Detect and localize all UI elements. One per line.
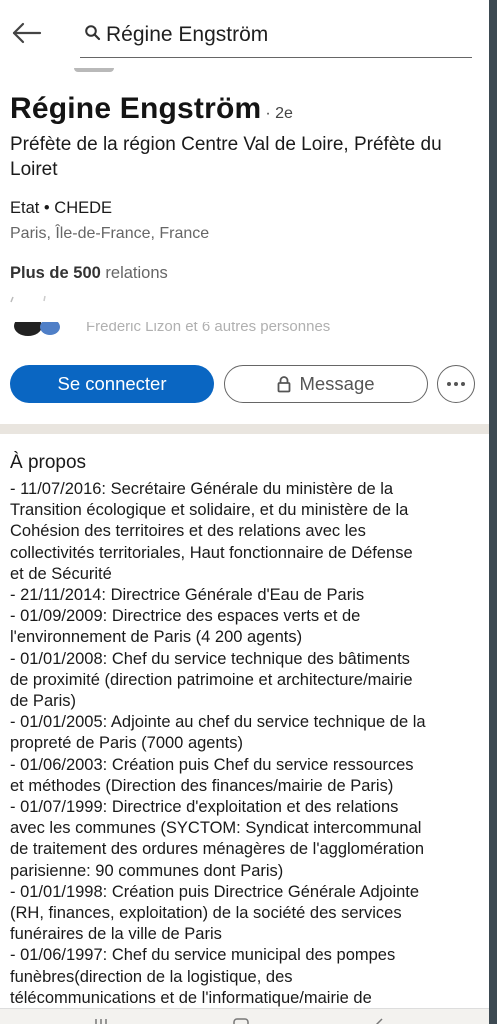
mutual-avatars bbox=[14, 322, 60, 336]
connections-count[interactable]: Plus de 500 relations bbox=[10, 264, 168, 283]
about-line: télécommunications et de l'informatique/… bbox=[10, 988, 372, 1007]
connections-number: Plus de 500 bbox=[10, 264, 101, 282]
search-input[interactable]: Régine Engström bbox=[80, 16, 472, 58]
nav-network-icon[interactable] bbox=[232, 1015, 250, 1024]
about-line: propreté de Paris (7000 agents) bbox=[10, 734, 243, 753]
profile-name: Régine Engström bbox=[10, 92, 262, 125]
connections-label: relations bbox=[100, 264, 168, 282]
section-divider bbox=[0, 424, 489, 434]
about-line: - 01/01/2005: Adjointe au chef du servic… bbox=[10, 713, 426, 732]
search-icon bbox=[85, 25, 101, 41]
about-line: - 11/07/2016: Secrétaire Générale du min… bbox=[10, 480, 394, 498]
about-text[interactable]: - 11/07/2016: Secrétaire Générale du min… bbox=[10, 479, 480, 1008]
about-line: et de Sécurité bbox=[10, 564, 112, 583]
about-line: funèbres(direction de la logistique, des bbox=[10, 967, 293, 986]
name-row: Régine Engström · 2e bbox=[10, 92, 293, 126]
bottom-navigation bbox=[0, 1008, 489, 1024]
about-line: - 01/07/1999: Directrice d'exploitation … bbox=[10, 798, 399, 817]
about-line: de proximité (direction patrimoine et ar… bbox=[10, 670, 413, 689]
about-line: de traitement des ordures ménagères de l… bbox=[10, 840, 425, 859]
profile-location: Paris, Île-de-France, France bbox=[10, 225, 210, 242]
about-line: Cohésion des territoires et des relation… bbox=[10, 522, 366, 541]
about-line: l'environnement de Paris (4 200 agents) bbox=[10, 628, 303, 647]
about-line: de Paris) bbox=[10, 692, 77, 711]
about-line: funéraires de la ville de Paris bbox=[10, 925, 222, 944]
mutual-connections[interactable]: Frédéric Lizon et 6 autres personnes bbox=[14, 322, 474, 340]
profile-headline: Préfète de la région Centre Val de Loire… bbox=[10, 134, 442, 180]
about-line: - 01/01/2008: Chef du service technique … bbox=[10, 649, 410, 668]
screen-edge bbox=[489, 0, 497, 1024]
arrow-left-icon bbox=[12, 22, 42, 44]
connect-label: Se connecter bbox=[57, 373, 167, 394]
about-line: parisienne: 90 communes dont Paris) bbox=[10, 861, 284, 880]
about-title: À propos bbox=[10, 452, 87, 473]
profile-photo-edge bbox=[74, 68, 114, 72]
about-line: - 01/06/1997: Chef du service municipal … bbox=[10, 946, 396, 965]
about-line: - 01/06/2003: Création puis Chef du serv… bbox=[10, 755, 414, 774]
connect-button[interactable]: Se connecter bbox=[10, 365, 214, 403]
profile-card: Régine Engström · 2e Préfète de la région… bbox=[0, 68, 489, 424]
about-line: et méthodes (Direction des finances/mair… bbox=[10, 776, 394, 795]
about-section: À propos - 11/07/2016: Secrétaire Généra… bbox=[0, 434, 489, 1008]
mutual-avatars-faint bbox=[10, 295, 46, 303]
about-line: Transition écologique et solidaire, et d… bbox=[10, 501, 409, 520]
nav-back-icon[interactable] bbox=[370, 1015, 388, 1024]
search-query: Régine Engström bbox=[106, 23, 269, 46]
about-line: collectivités territoriales, Haut foncti… bbox=[10, 543, 413, 562]
more-horizontal-icon bbox=[447, 382, 465, 386]
about-line: - 01/09/2009: Directrice des espaces ver… bbox=[10, 607, 361, 626]
top-bar: Régine Engström bbox=[0, 0, 489, 68]
profile-company[interactable]: Etat • CHEDE bbox=[10, 199, 112, 218]
message-button[interactable]: Message bbox=[224, 365, 428, 403]
about-line: - 21/11/2014: Directrice Générale d'Eau … bbox=[10, 586, 365, 605]
about-line: avec les communes (SYCTOM: Syndicat inte… bbox=[10, 819, 422, 838]
lock-icon bbox=[278, 375, 291, 392]
about-line: - 01/01/1998: Création puis Directrice G… bbox=[10, 882, 420, 901]
back-button[interactable] bbox=[10, 18, 44, 48]
more-actions-button[interactable] bbox=[437, 365, 475, 403]
about-line: (RH, finances, exploitation) de la socié… bbox=[10, 904, 402, 923]
message-label: Message bbox=[299, 373, 375, 394]
connection-degree: · 2e bbox=[265, 105, 293, 122]
nav-home-icon[interactable] bbox=[92, 1015, 110, 1024]
mutual-connections-text: Frédéric Lizon et 6 autres personnes bbox=[86, 322, 331, 335]
